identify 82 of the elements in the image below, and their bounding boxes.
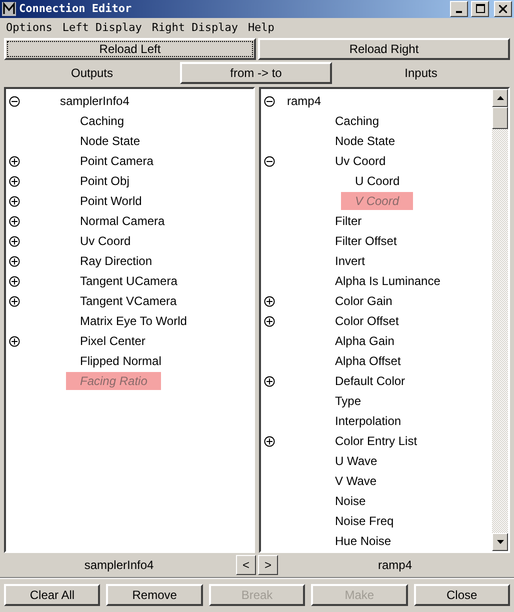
scrollbar[interactable] <box>492 89 508 552</box>
maximize-button[interactable] <box>471 0 489 17</box>
attribute-label[interactable]: Flipped Normal <box>80 354 162 368</box>
scroll-thumb[interactable] <box>492 107 508 130</box>
menu-item[interactable]: Help <box>248 21 274 34</box>
minimize-icon <box>456 10 462 13</box>
attribute-label[interactable]: samplerInfo4 <box>60 94 130 108</box>
close-icon <box>499 4 507 13</box>
attribute-label[interactable]: Default Color <box>335 374 406 388</box>
attribute-label[interactable]: Matrix Eye To World <box>80 314 187 328</box>
attribute-label[interactable]: Caching <box>335 114 380 128</box>
attribute-label[interactable]: Point Camera <box>80 154 154 168</box>
attribute-label[interactable]: Hue Noise <box>335 534 392 548</box>
down-arrow-icon <box>496 540 504 544</box>
action-button[interactable]: Remove <box>106 584 203 606</box>
attribute-label[interactable]: Filter Offset <box>335 234 397 248</box>
attribute-label[interactable]: Alpha Is Luminance <box>335 274 440 288</box>
attribute-label[interactable]: Filter <box>335 214 362 228</box>
attribute-label[interactable]: Noise <box>335 494 366 508</box>
scroll-up-button[interactable] <box>492 89 508 108</box>
attribute-label[interactable]: Caching <box>80 114 124 128</box>
attribute-label[interactable]: Alpha Gain <box>335 334 394 348</box>
minus-circle-icon[interactable] <box>264 156 275 167</box>
next-button[interactable]: > <box>258 555 278 576</box>
window-title: Connection Editor <box>19 2 133 16</box>
action-button[interactable]: Close <box>414 584 510 606</box>
attribute-label[interactable]: Uv Coord <box>335 154 386 168</box>
plus-circle-icon[interactable] <box>9 276 20 287</box>
plus-circle-icon[interactable] <box>264 436 275 447</box>
plus-circle-icon[interactable] <box>9 176 20 187</box>
attribute-label[interactable]: Point World <box>80 194 142 208</box>
outputs-label: Outputs <box>70 66 114 80</box>
attribute-label[interactable]: Type <box>335 394 362 408</box>
attribute-label[interactable]: ramp4 <box>287 94 322 108</box>
attribute-label[interactable]: V Wave <box>335 474 377 488</box>
reload-button[interactable]: Reload Left <box>4 38 256 60</box>
attribute-label[interactable]: Uv Coord <box>80 234 131 248</box>
attribute-label[interactable]: Pixel Center <box>80 334 146 348</box>
plus-circle-icon[interactable] <box>9 336 20 347</box>
minimize-button[interactable] <box>450 0 468 17</box>
attribute-label[interactable]: Color Entry List <box>335 434 418 448</box>
close-button[interactable] <box>494 0 512 17</box>
plus-circle-icon[interactable] <box>9 296 20 307</box>
attribute-label[interactable]: U Coord <box>355 174 400 188</box>
menu-item[interactable]: Right Display <box>152 21 238 34</box>
scroll-down-button[interactable] <box>492 533 508 552</box>
menu-item[interactable]: Options <box>6 21 52 34</box>
minus-circle-icon[interactable] <box>9 96 20 107</box>
attribute-label[interactable]: Ray Direction <box>80 254 152 268</box>
maximize-icon <box>476 4 484 14</box>
plus-circle-icon[interactable] <box>264 316 275 327</box>
plus-circle-icon[interactable] <box>9 156 20 167</box>
left-node-label: samplerInfo4 <box>83 558 155 572</box>
attribute-label[interactable]: Tangent UCamera <box>80 274 178 288</box>
attribute-label[interactable]: Color Gain <box>335 294 392 308</box>
attribute-label[interactable]: Node State <box>80 134 140 148</box>
attribute-label[interactable]: Noise Freq <box>335 514 394 528</box>
action-button[interactable]: Clear All <box>4 584 100 606</box>
minus-circle-icon[interactable] <box>264 96 275 107</box>
reload-button[interactable]: Reload Right <box>258 38 510 60</box>
plus-circle-icon[interactable] <box>9 236 20 247</box>
attribute-label[interactable]: Interpolation <box>335 414 402 428</box>
direction-button[interactable]: from -> to <box>180 62 332 84</box>
attribute-label[interactable]: Invert <box>335 254 366 268</box>
attribute-label[interactable]: Point Obj <box>80 174 130 188</box>
plus-circle-icon[interactable] <box>9 216 20 227</box>
attribute-label[interactable]: Normal Camera <box>80 214 165 228</box>
attribute-label[interactable]: Alpha Offset <box>335 354 401 368</box>
plus-circle-icon[interactable] <box>9 196 20 207</box>
attribute-label[interactable]: Color Offset <box>335 314 399 328</box>
menu-item[interactable]: Left Display <box>62 21 142 34</box>
right-node-label: ramp4 <box>376 558 413 572</box>
inputs-label: Inputs <box>404 66 438 80</box>
plus-circle-icon[interactable] <box>9 256 20 267</box>
app-logo-icon <box>2 2 16 16</box>
attribute-label[interactable]: U Wave <box>335 454 378 468</box>
attribute-label[interactable]: Node State <box>335 134 396 148</box>
plus-circle-icon[interactable] <box>264 296 275 307</box>
attribute-label[interactable]: Tangent VCamera <box>80 294 177 308</box>
up-arrow-icon <box>496 96 504 100</box>
plus-circle-icon[interactable] <box>264 376 275 387</box>
previous-button[interactable]: < <box>236 555 256 576</box>
